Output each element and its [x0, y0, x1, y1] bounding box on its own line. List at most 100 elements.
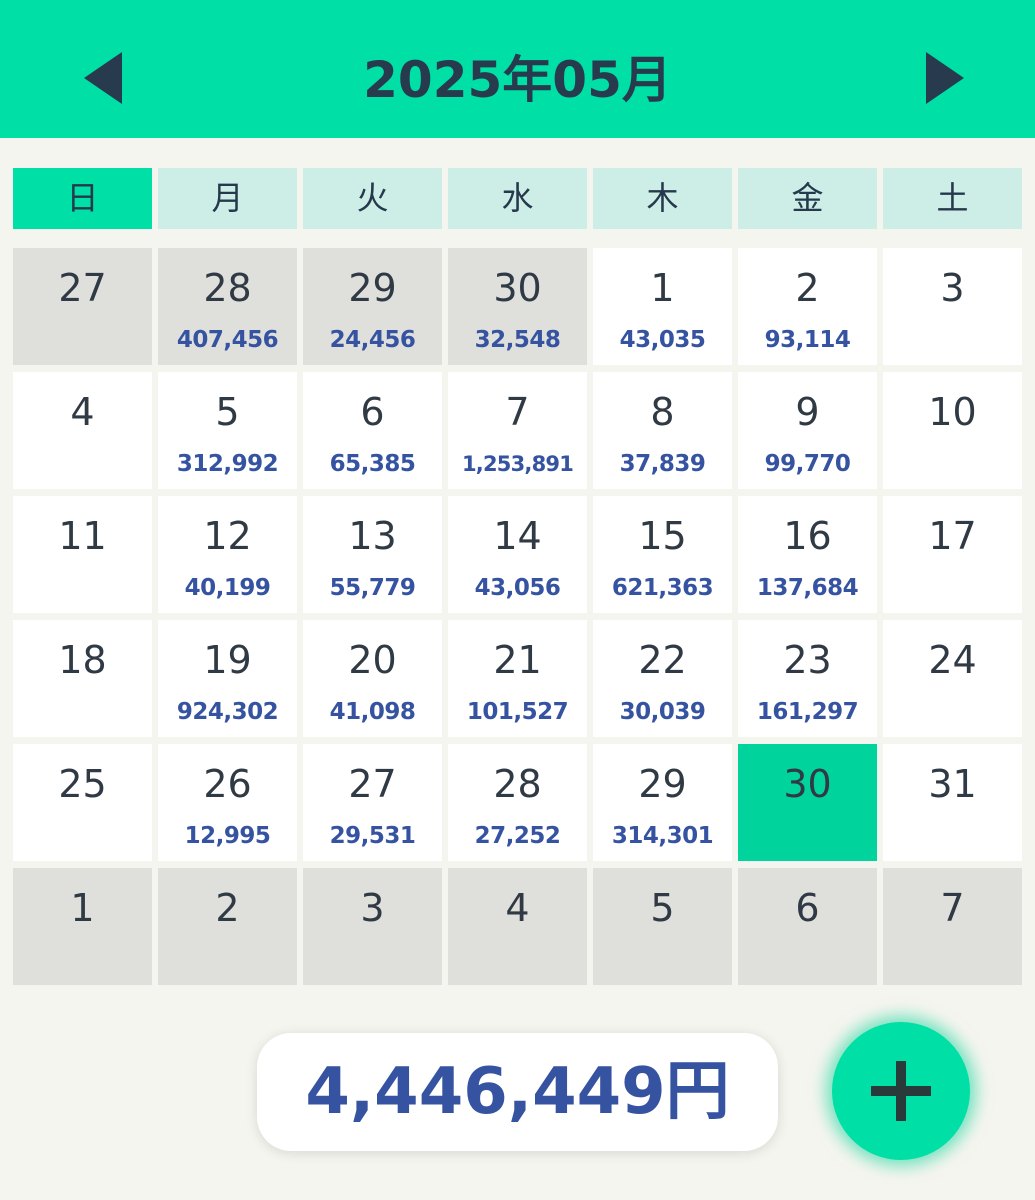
day-amount: 99,770: [764, 451, 851, 477]
calendar-day[interactable]: 22 30,039: [593, 620, 732, 737]
calendar-day[interactable]: 9 99,770: [738, 372, 877, 489]
calendar-day[interactable]: 26 12,995: [158, 744, 297, 861]
calendar-day[interactable]: 3: [303, 868, 442, 985]
calendar-day[interactable]: 12 40,199: [158, 496, 297, 613]
calendar-day[interactable]: 25: [13, 744, 152, 861]
calendar-day[interactable]: 27 29,531: [303, 744, 442, 861]
calendar-day[interactable]: 28 27,252: [448, 744, 587, 861]
day-number: 26: [203, 762, 252, 806]
day-number: 22: [638, 638, 687, 682]
calendar-day[interactable]: 27: [13, 248, 152, 365]
day-number: 18: [58, 638, 107, 682]
calendar-day[interactable]: 1: [13, 868, 152, 985]
day-number: 29: [638, 762, 687, 806]
weekday-label: 火: [303, 168, 442, 229]
weekday-label: 日: [13, 168, 152, 229]
calendar-day-selected[interactable]: 30: [738, 744, 877, 861]
day-number: 3: [360, 886, 385, 930]
calendar-day[interactable]: 2: [158, 868, 297, 985]
day-number: 5: [650, 886, 675, 930]
day-amount: 312,992: [176, 451, 279, 477]
calendar-day[interactable]: 1 43,035: [593, 248, 732, 365]
day-number: 28: [493, 762, 542, 806]
day-amount: 93,114: [764, 327, 851, 353]
calendar-day[interactable]: 31: [883, 744, 1022, 861]
calendar-day[interactable]: 29 24,456: [303, 248, 442, 365]
day-number: 11: [58, 514, 107, 558]
day-amount: 55,779: [329, 575, 416, 601]
triangle-right-icon: [926, 52, 964, 104]
calendar-day[interactable]: 2 93,114: [738, 248, 877, 365]
calendar-day[interactable]: 13 55,779: [303, 496, 442, 613]
calendar-day[interactable]: 6 65,385: [303, 372, 442, 489]
calendar-day[interactable]: 15 621,363: [593, 496, 732, 613]
day-number: 1: [650, 266, 675, 310]
calendar-day[interactable]: 8 37,839: [593, 372, 732, 489]
calendar-day[interactable]: 4: [448, 868, 587, 985]
day-number: 3: [940, 266, 965, 310]
calendar-day[interactable]: 16 137,684: [738, 496, 877, 613]
day-amount: 43,056: [474, 575, 561, 601]
day-amount: 41,098: [329, 699, 416, 725]
day-amount: 137,684: [756, 575, 859, 601]
calendar-day[interactable]: 5: [593, 868, 732, 985]
day-number: 5: [215, 390, 240, 434]
calendar-day[interactable]: 28 407,456: [158, 248, 297, 365]
weekday-label: 水: [448, 168, 587, 229]
day-amount: 1,253,891: [461, 452, 574, 476]
calendar-day[interactable]: 30 32,548: [448, 248, 587, 365]
day-amount: 30,039: [619, 699, 706, 725]
day-amount: 161,297: [756, 699, 859, 725]
day-number: 30: [493, 266, 542, 310]
day-number: 7: [505, 390, 530, 434]
calendar-day[interactable]: 21 101,527: [448, 620, 587, 737]
calendar-day[interactable]: 7 1,253,891: [448, 372, 587, 489]
day-number: 28: [203, 266, 252, 310]
day-number: 21: [493, 638, 542, 682]
weekday-label: 木: [593, 168, 732, 229]
day-amount: 32,548: [474, 327, 561, 353]
day-number: 9: [795, 390, 820, 434]
day-number: 8: [650, 390, 675, 434]
calendar-day[interactable]: 24: [883, 620, 1022, 737]
calendar-day[interactable]: 29 314,301: [593, 744, 732, 861]
calendar-day[interactable]: 14 43,056: [448, 496, 587, 613]
calendar-day[interactable]: 10: [883, 372, 1022, 489]
day-number: 6: [795, 886, 820, 930]
calendar-day[interactable]: 23 161,297: [738, 620, 877, 737]
calendar-day[interactable]: 11: [13, 496, 152, 613]
plus-icon: [871, 1061, 931, 1121]
add-entry-button[interactable]: [832, 1022, 970, 1160]
day-number: 16: [783, 514, 832, 558]
day-number: 4: [70, 390, 95, 434]
calendar-day[interactable]: 7: [883, 868, 1022, 985]
weekday-label: 月: [158, 168, 297, 229]
day-number: 24: [928, 638, 977, 682]
day-number: 10: [928, 390, 977, 434]
calendar-day[interactable]: 17: [883, 496, 1022, 613]
calendar-day[interactable]: 3: [883, 248, 1022, 365]
monthly-total: 4,446,449円: [305, 1055, 730, 1129]
day-amount: 101,527: [466, 699, 569, 725]
day-number: 19: [203, 638, 252, 682]
monthly-total-box: 4,446,449円: [257, 1033, 778, 1151]
calendar-day[interactable]: 20 41,098: [303, 620, 442, 737]
weekday-label: 金: [738, 168, 877, 229]
day-number: 31: [928, 762, 977, 806]
day-number: 20: [348, 638, 397, 682]
calendar-day[interactable]: 18: [13, 620, 152, 737]
calendar-day[interactable]: 5 312,992: [158, 372, 297, 489]
day-amount: 40,199: [184, 575, 271, 601]
calendar-day[interactable]: 6: [738, 868, 877, 985]
day-number: 15: [638, 514, 687, 558]
calendar-day[interactable]: 4: [13, 372, 152, 489]
day-amount: 24,456: [329, 327, 416, 353]
calendar-day[interactable]: 19 924,302: [158, 620, 297, 737]
day-amount: 65,385: [329, 451, 416, 477]
day-amount: 37,839: [619, 451, 706, 477]
next-month-button[interactable]: [908, 48, 968, 108]
day-amount: 621,363: [611, 575, 714, 601]
day-number: 2: [215, 886, 240, 930]
day-number: 7: [940, 886, 965, 930]
day-amount: 29,531: [329, 823, 416, 849]
